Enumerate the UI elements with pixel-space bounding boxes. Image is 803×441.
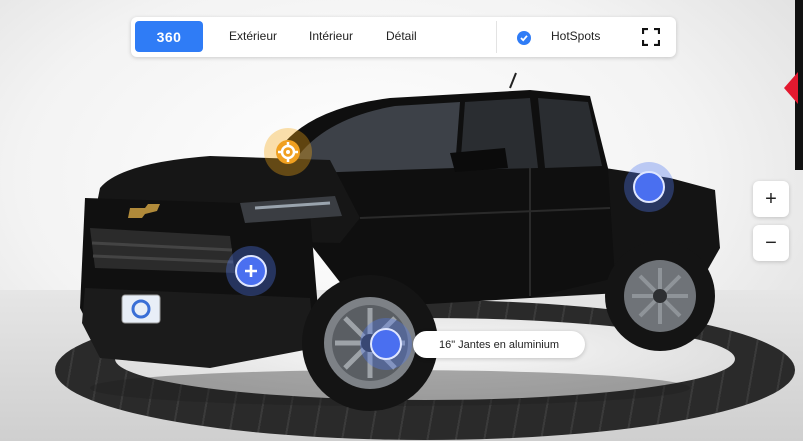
- minus-icon: −: [765, 231, 777, 254]
- gear-icon: [276, 140, 300, 164]
- view-360-button[interactable]: 360: [135, 21, 203, 52]
- hotspot-tooltip: 16" Jantes en aluminium: [413, 331, 585, 358]
- plus-icon: +: [765, 187, 777, 210]
- hotspot-wheel[interactable]: [360, 318, 412, 370]
- hotspots-toggle-label[interactable]: HotSpots: [551, 29, 600, 43]
- tab-exterieur[interactable]: Extérieur: [229, 29, 277, 43]
- red-marker-icon: [784, 72, 798, 104]
- tab-detail[interactable]: Détail: [386, 29, 417, 43]
- view-toolbar: 360 Extérieur Intérieur Détail HotSpots: [131, 17, 676, 57]
- hotspot-dot: [370, 328, 402, 360]
- hotspot-rear[interactable]: [624, 162, 674, 212]
- fullscreen-icon[interactable]: [641, 27, 661, 47]
- zoom-in-button[interactable]: +: [753, 181, 789, 217]
- hotspot-front[interactable]: [226, 246, 276, 296]
- check-icon[interactable]: [517, 31, 531, 45]
- tab-interieur[interactable]: Intérieur: [309, 29, 353, 43]
- viewer-stage[interactable]: 360 Extérieur Intérieur Détail HotSpots …: [0, 0, 803, 441]
- plus-icon: [245, 265, 257, 277]
- toolbar-divider: [496, 21, 497, 53]
- hotspot-engine[interactable]: [264, 128, 312, 176]
- zoom-out-button[interactable]: −: [753, 225, 789, 261]
- hotspot-dot: [633, 171, 665, 203]
